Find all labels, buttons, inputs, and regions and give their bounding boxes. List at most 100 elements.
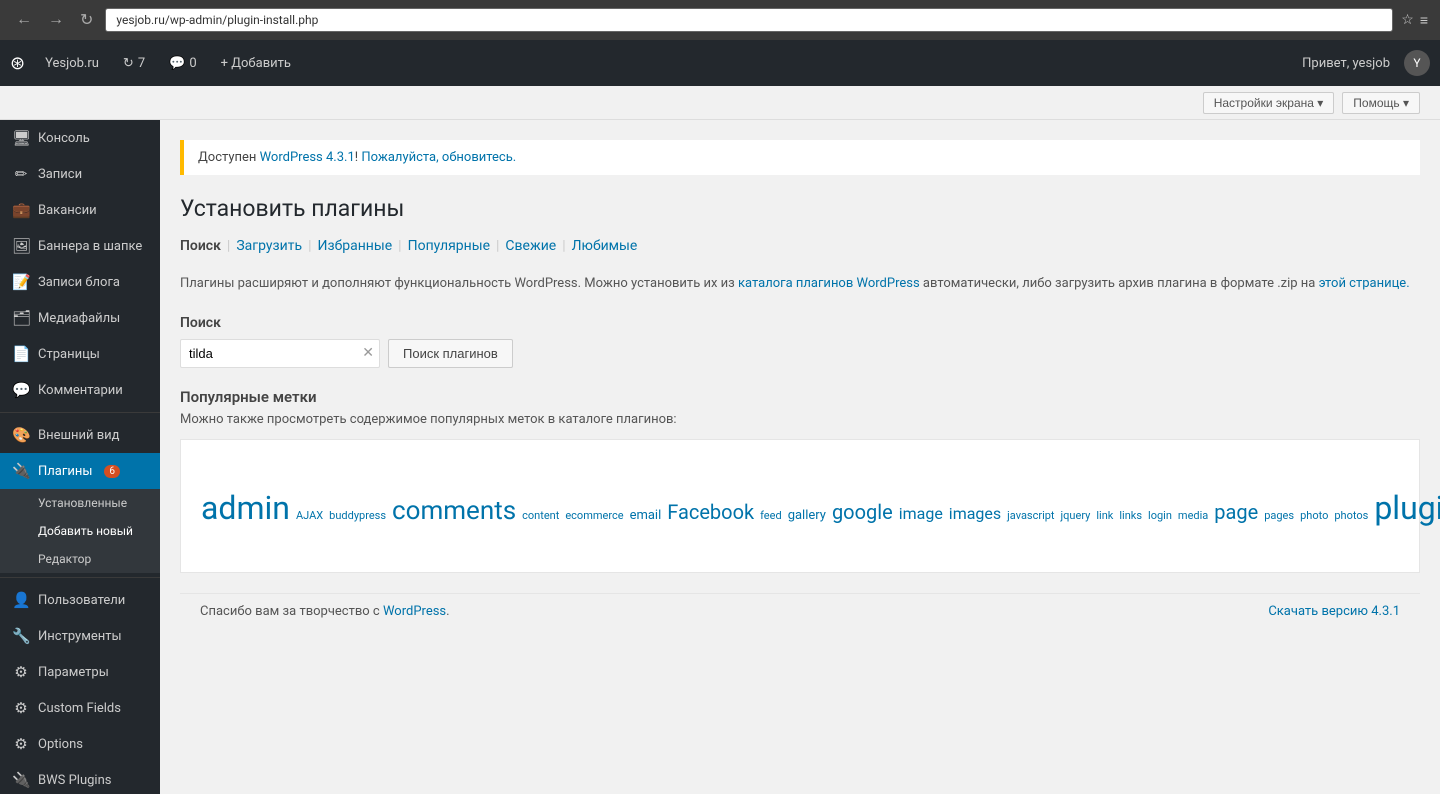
wp-layout: 🖥 Консоль ✏ Записи 💼 Вакансии 🖼 Баннера …: [0, 120, 1440, 794]
tag-ajax[interactable]: AJAX: [296, 509, 323, 522]
sidebar-sub-add-new[interactable]: Добавить новый: [0, 517, 160, 545]
console-icon: 🖥: [12, 129, 30, 147]
tag-ecommerce[interactable]: ecommerce: [565, 509, 623, 522]
sidebar-sub-editor[interactable]: Редактор: [0, 545, 160, 573]
sidebar-item-plugins[interactable]: 🔌 Плагины 6: [0, 453, 160, 489]
menu-icon: ≡: [1420, 12, 1428, 29]
search-row: ✕ Поиск плагинов: [180, 339, 1420, 368]
refresh-button[interactable]: ↻: [76, 8, 97, 32]
tag-login[interactable]: login: [1148, 509, 1172, 522]
tag-admin[interactable]: admin: [201, 489, 290, 527]
wp-admin-bar: ⊛ Yesjob.ru ↻ 7 💬 0 + Добавить Привет, y…: [0, 40, 1440, 86]
sidebar-label-banner: Баннера в шапке: [38, 239, 142, 254]
options-icon: ⚙: [12, 735, 30, 753]
tag-feed[interactable]: feed: [760, 509, 782, 522]
tag-pages[interactable]: pages: [1264, 509, 1294, 522]
admin-bar-comments[interactable]: 💬 0: [159, 40, 207, 86]
admin-bar-site[interactable]: Yesjob.ru: [35, 40, 109, 86]
tag-comments[interactable]: comments: [392, 496, 516, 526]
wp-logo[interactable]: ⊛: [10, 53, 25, 74]
posts-icon: ✏: [12, 165, 30, 183]
desc-text-1: Плагины расширяют и дополняют функционал…: [180, 276, 738, 291]
appearance-icon: 🎨: [12, 426, 30, 444]
sidebar-label-vacancies: Вакансии: [38, 203, 97, 218]
tag-images[interactable]: images: [949, 504, 1001, 523]
tab-fresh[interactable]: Свежие: [505, 238, 556, 254]
sidebar-item-media[interactable]: 🗂 Медиафайлы: [0, 300, 160, 336]
sidebar-item-pages[interactable]: 📄 Страницы: [0, 336, 160, 372]
screen-options-bar: Настройки экрана ▾ Помощь ▾: [0, 86, 1440, 120]
sidebar-item-appearance[interactable]: 🎨 Внешний вид: [0, 417, 160, 453]
sidebar-item-tools[interactable]: 🔧 Инструменты: [0, 618, 160, 654]
tag-image[interactable]: image: [899, 504, 943, 523]
sidebar-item-banner[interactable]: 🖼 Баннера в шапке: [0, 228, 160, 264]
sidebar-item-settings[interactable]: ⚙ Параметры: [0, 654, 160, 690]
updates-count: 7: [138, 56, 145, 71]
footer-wp-link[interactable]: WordPress: [383, 604, 446, 619]
screen-options-button[interactable]: Настройки экрана ▾: [1203, 92, 1335, 114]
tab-upload[interactable]: Загрузить: [236, 238, 302, 254]
tag-photos[interactable]: photos: [1334, 509, 1368, 522]
search-clear-icon[interactable]: ✕: [362, 345, 374, 361]
desc-link-page[interactable]: этой странице.: [1319, 276, 1410, 291]
sidebar-label-bws: BWS Plugins: [38, 773, 111, 788]
update-notice-wp-link[interactable]: WordPress 4.3.1: [260, 150, 355, 165]
desc-link-catalog[interactable]: каталога плагинов WordPress: [738, 276, 920, 291]
media-icon: 🗂: [12, 309, 30, 327]
tag-links[interactable]: links: [1119, 509, 1142, 522]
sidebar-item-custom-fields[interactable]: ⚙ Custom Fields: [0, 690, 160, 726]
tag-link[interactable]: link: [1096, 509, 1113, 522]
sidebar-item-vacancies[interactable]: 💼 Вакансии: [0, 192, 160, 228]
admin-bar-updates[interactable]: ↻ 7: [113, 40, 155, 86]
popular-tags-box: admin AJAX buddypress comments content ecomme…: [180, 439, 1420, 573]
sidebar-item-comments[interactable]: 💬 Комментарии: [0, 372, 160, 408]
help-button[interactable]: Помощь ▾: [1342, 92, 1420, 114]
sidebar-item-posts[interactable]: ✏ Записи: [0, 156, 160, 192]
sidebar-item-bws[interactable]: 🔌 BWS Plugins: [0, 762, 160, 794]
sidebar-item-options[interactable]: ⚙ Options: [0, 726, 160, 762]
desc-text-2: автоматически, либо загрузить архив плаг…: [920, 276, 1319, 291]
update-notice-update-link[interactable]: Пожалуйста, обновитесь.: [361, 150, 516, 165]
tag-email[interactable]: email: [630, 508, 662, 523]
star-icon: ☆: [1401, 12, 1414, 28]
comments-count: 0: [189, 56, 196, 71]
tag-plugin[interactable]: plugin: [1374, 489, 1440, 527]
plugins-icon: 🔌: [12, 462, 30, 480]
tag-javascript[interactable]: javascript: [1007, 509, 1054, 522]
users-icon: 👤: [12, 591, 30, 609]
back-button[interactable]: ←: [12, 9, 36, 31]
plugins-badge: 6: [104, 465, 120, 478]
tab-search[interactable]: Поиск: [180, 238, 221, 254]
tag-jquery[interactable]: jquery: [1061, 509, 1091, 522]
url-bar[interactable]: yesjob.ru/wp-admin/plugin-install.php: [105, 8, 1393, 32]
tab-loved[interactable]: Любимые: [572, 238, 638, 254]
footer-version-link[interactable]: Скачать версию 4.3.1: [1268, 604, 1400, 619]
search-plugins-button[interactable]: Поиск плагинов: [388, 339, 513, 368]
tag-page[interactable]: page: [1214, 500, 1258, 524]
tag-content[interactable]: content: [522, 509, 559, 522]
browser-right-icons: ☆ ≡: [1401, 12, 1428, 29]
sidebar-label-settings: Параметры: [38, 665, 109, 680]
tag-facebook[interactable]: Facebook: [667, 500, 754, 524]
sidebar-label-console: Консоль: [38, 131, 90, 146]
pages-icon: 📄: [12, 345, 30, 363]
sidebar-item-console[interactable]: 🖥 Консоль: [0, 120, 160, 156]
tag-media[interactable]: media: [1178, 509, 1208, 522]
comment-icon: 💬: [169, 56, 185, 71]
tag-buddypress[interactable]: buddypress: [329, 509, 386, 522]
tag-gallery[interactable]: gallery: [788, 508, 826, 523]
sidebar-label-plugins: Плагины: [38, 464, 92, 479]
sidebar-label-appearance: Внешний вид: [38, 428, 120, 443]
tab-favorites[interactable]: Избранные: [318, 238, 393, 254]
sidebar-label-media: Медиафайлы: [38, 311, 120, 326]
tab-popular[interactable]: Популярные: [408, 238, 490, 254]
tag-photo[interactable]: photo: [1300, 509, 1328, 522]
admin-bar-add-new[interactable]: + Добавить: [211, 40, 301, 86]
forward-button[interactable]: →: [44, 9, 68, 31]
custom-fields-icon: ⚙: [12, 699, 30, 717]
tag-google[interactable]: google: [832, 500, 893, 524]
sidebar-sub-installed[interactable]: Установленные: [0, 489, 160, 517]
sidebar-item-users[interactable]: 👤 Пользователи: [0, 582, 160, 618]
sidebar-item-blog[interactable]: 📝 Записи блога: [0, 264, 160, 300]
search-input[interactable]: [180, 339, 380, 368]
